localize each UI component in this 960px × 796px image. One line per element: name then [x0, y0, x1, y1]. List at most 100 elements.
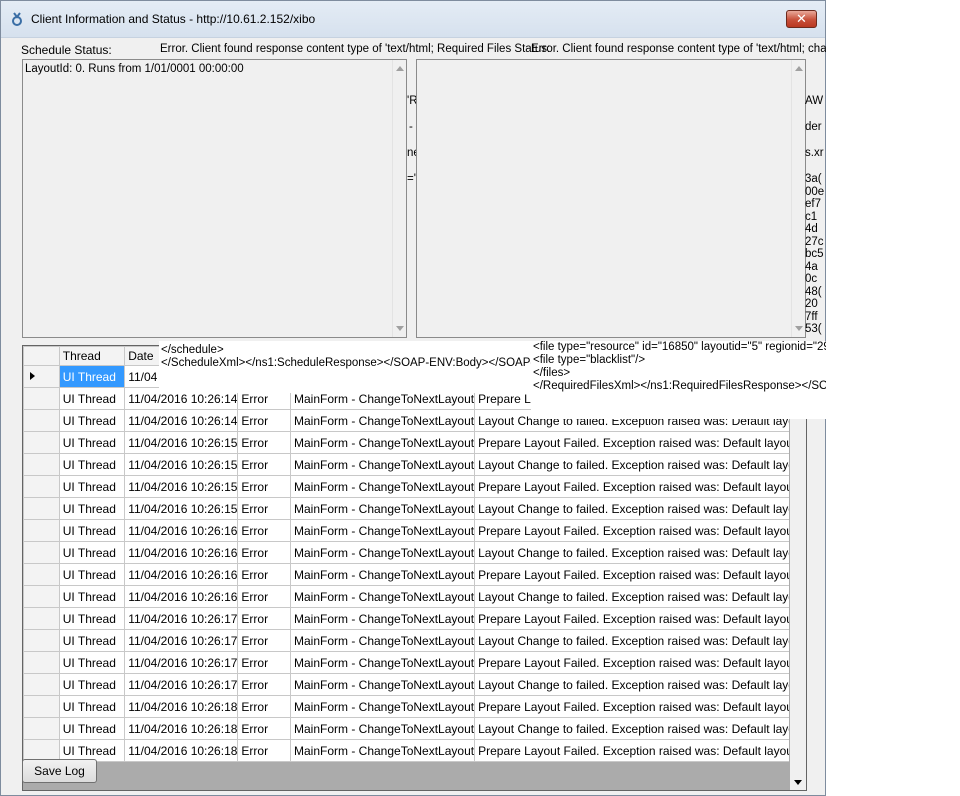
cell-message[interactable]: Layout Change to failed. Exception raise… — [474, 497, 806, 520]
save-log-button[interactable]: Save Log — [22, 759, 97, 783]
cell-category[interactable]: Error — [237, 651, 291, 674]
cell-date[interactable]: 11/04/2016 10:26:18 — [124, 717, 239, 740]
cell-date[interactable]: 11/04/2016 10:26:15 — [124, 453, 239, 476]
cell-category[interactable]: Error — [237, 431, 291, 454]
cell-message[interactable]: Layout Change to failed. Exception raise… — [474, 673, 806, 696]
cell-method[interactable]: MainForm - ChangeToNextLayout — [289, 497, 476, 520]
cell-category[interactable]: Error — [237, 497, 291, 520]
row-header[interactable] — [23, 475, 60, 498]
table-row[interactable]: UI Thread 11/04/2016 10:26:18 Error MainFor… — [23, 717, 806, 740]
row-header[interactable] — [23, 541, 60, 564]
row-header[interactable] — [23, 629, 60, 652]
cell-thread[interactable]: UI Thread — [58, 387, 126, 410]
row-header[interactable] — [23, 453, 60, 476]
title-bar[interactable]: Client Information and Status - http://1… — [1, 1, 825, 38]
table-row[interactable]: UI Thread 11/04/2016 10:26:16 Error MainFor… — [23, 563, 806, 586]
row-header[interactable] — [23, 431, 60, 454]
row-header[interactable] — [23, 365, 60, 388]
cell-message[interactable]: Layout Change to failed. Exception raise… — [474, 453, 806, 476]
cell-date[interactable]: 11/04/2016 10:26:14 — [124, 409, 239, 432]
cell-category[interactable]: Error — [237, 541, 291, 564]
cell-date[interactable]: 11/04/2016 10:26:17 — [124, 651, 239, 674]
cell-category[interactable]: Error — [237, 475, 291, 498]
row-header[interactable] — [23, 673, 60, 696]
cell-method[interactable]: MainForm - ChangeToNextLayout — [289, 585, 476, 608]
row-header[interactable] — [23, 717, 60, 740]
cell-method[interactable]: MainForm - ChangeToNextLayout — [289, 607, 476, 630]
cell-category[interactable]: Error — [237, 519, 291, 542]
cell-method[interactable]: MainForm - ChangeToNextLayout — [289, 541, 476, 564]
table-row[interactable]: UI Thread 11/04/2016 10:26:18 Error MainFor… — [23, 695, 806, 718]
cell-category[interactable]: Error — [237, 409, 291, 432]
cell-date[interactable]: 11/04/2016 10:26:17 — [124, 673, 239, 696]
scroll-down-icon[interactable] — [795, 326, 803, 331]
cell-category[interactable]: Error — [237, 585, 291, 608]
cell-method[interactable]: MainForm - ChangeToNextLayout — [289, 695, 476, 718]
required-files-scrollbar[interactable] — [791, 60, 805, 337]
cell-message[interactable]: Prepare Layout Failed. Exception raised … — [474, 431, 806, 454]
row-header[interactable] — [23, 585, 60, 608]
cell-thread[interactable]: UI Thread — [58, 431, 126, 454]
cell-message[interactable]: Prepare Layout Failed. Exception raised … — [474, 519, 806, 542]
cell-message[interactable]: Prepare Layout Failed. Exception raised … — [474, 607, 806, 630]
cell-method[interactable]: MainForm - ChangeToNextLayout — [289, 431, 476, 454]
cell-date[interactable]: 11/04/2016 10:26:16 — [124, 563, 239, 586]
cell-date[interactable]: 11/04/2016 10:26:15 — [124, 475, 239, 498]
row-header[interactable] — [23, 695, 60, 718]
cell-thread[interactable]: UI Thread — [58, 717, 126, 740]
cell-thread[interactable]: UI Thread — [58, 519, 126, 542]
cell-thread[interactable]: UI Thread — [58, 585, 126, 608]
cell-message[interactable]: Prepare Layout Failed. Exception raised … — [474, 739, 806, 762]
cell-category[interactable]: Error — [237, 695, 291, 718]
cell-date[interactable]: 11/04/2016 10:26:16 — [124, 541, 239, 564]
scroll-down-icon[interactable] — [396, 326, 404, 331]
cell-method[interactable]: MainForm - ChangeToNextLayout — [289, 651, 476, 674]
cell-method[interactable]: MainForm - ChangeToNextLayout — [289, 453, 476, 476]
cell-method[interactable]: MainForm - ChangeToNextLayout — [289, 519, 476, 542]
cell-thread[interactable]: UI Thread — [58, 541, 126, 564]
cell-thread[interactable]: UI Thread — [58, 409, 126, 432]
cell-category[interactable]: Error — [237, 453, 291, 476]
row-header[interactable] — [23, 607, 60, 630]
column-header-thread[interactable]: Thread — [58, 346, 126, 366]
cell-message[interactable]: Layout Change to failed. Exception raise… — [474, 585, 806, 608]
cell-thread[interactable]: UI Thread — [58, 607, 126, 630]
row-header[interactable] — [23, 497, 60, 520]
cell-thread[interactable]: UI Thread — [58, 453, 126, 476]
cell-message[interactable]: Layout Change to failed. Exception raise… — [474, 629, 806, 652]
table-row[interactable]: UI Thread 11/04/2016 10:26:17 Error MainFor… — [23, 607, 806, 630]
cell-date[interactable]: 11/04/2016 10:26:16 — [124, 519, 239, 542]
cell-date[interactable]: 11/04/2016 10:26:16 — [124, 585, 239, 608]
table-row[interactable]: UI Thread 11/04/2016 10:26:17 Error MainFor… — [23, 629, 806, 652]
close-button[interactable]: ✕ — [786, 10, 817, 28]
cell-method[interactable]: MainForm - ChangeToNextLayout — [289, 739, 476, 762]
table-row[interactable]: UI Thread 11/04/2016 10:26:15 Error MainFor… — [23, 431, 806, 454]
scroll-up-icon[interactable] — [795, 66, 803, 71]
cell-thread[interactable]: UI Thread — [58, 475, 126, 498]
cell-thread[interactable]: UI Thread — [58, 673, 126, 696]
cell-date[interactable]: 11/04/2016 10:26:17 — [124, 629, 239, 652]
cell-category[interactable]: Error — [237, 673, 291, 696]
row-header[interactable] — [23, 409, 60, 432]
cell-thread[interactable]: UI Thread — [58, 497, 126, 520]
cell-thread[interactable]: UI Thread — [58, 365, 126, 388]
cell-message[interactable]: Prepare Layout Failed. Exception raised … — [474, 651, 806, 674]
table-row[interactable]: UI Thread 11/04/2016 10:26:16 Error MainFor… — [23, 585, 806, 608]
cell-method[interactable]: MainForm - ChangeToNextLayout — [289, 563, 476, 586]
cell-category[interactable]: Error — [237, 563, 291, 586]
cell-date[interactable]: 11/04/2016 10:26:18 — [124, 695, 239, 718]
cell-date[interactable]: 11/04/2016 10:26:18 — [124, 739, 239, 762]
cell-thread[interactable]: UI Thread — [58, 695, 126, 718]
row-header[interactable] — [23, 387, 60, 410]
cell-category[interactable]: Error — [237, 739, 291, 762]
table-row[interactable]: UI Thread 11/04/2016 10:26:18 Error MainFor… — [23, 739, 806, 762]
scroll-down-icon[interactable] — [794, 780, 802, 785]
table-row[interactable]: UI Thread 11/04/2016 10:26:15 Error MainFor… — [23, 497, 806, 520]
schedule-textbox[interactable]: LayoutId: 0. Runs from 1/01/0001 00:00:0… — [22, 59, 407, 338]
cell-message[interactable]: Layout Change to failed. Exception raise… — [474, 717, 806, 740]
cell-message[interactable]: Prepare Layout Failed. Exception raised … — [474, 563, 806, 586]
cell-thread[interactable]: UI Thread — [58, 563, 126, 586]
cell-date[interactable]: 11/04/2016 10:26:17 — [124, 607, 239, 630]
cell-date[interactable]: 11/04/2016 10:26:15 — [124, 497, 239, 520]
row-header[interactable] — [23, 519, 60, 542]
